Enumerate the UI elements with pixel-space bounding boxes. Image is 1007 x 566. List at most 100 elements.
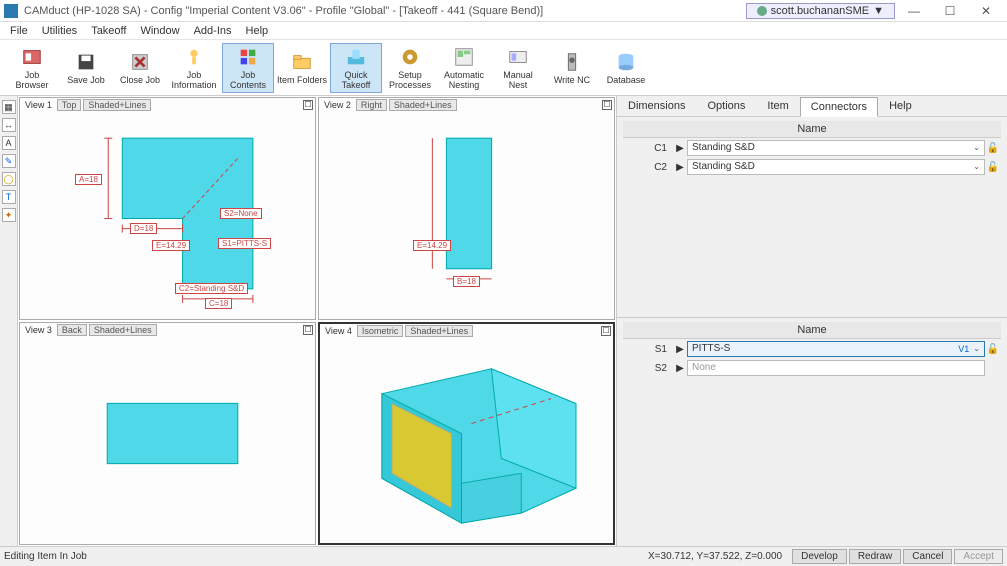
tab-item[interactable]: Item — [756, 96, 799, 116]
expand-icon[interactable]: ▶ — [673, 344, 687, 355]
seam-s1-field[interactable]: PITTS-S V1 ⌄ — [687, 341, 985, 357]
menu-file[interactable]: File — [4, 24, 34, 38]
viewport-1-mode1[interactable]: Top — [57, 99, 82, 111]
seams-header: Name — [623, 322, 1001, 339]
viewport-1[interactable]: View 1 Top Shaded+Lines ☐ A=18 D=18 E=14… — [19, 97, 316, 320]
setup-processes-button[interactable]: Setup Processes — [384, 43, 436, 93]
save-icon — [75, 51, 97, 73]
maximize-button[interactable]: ☐ — [933, 1, 967, 21]
redraw-button[interactable]: Redraw — [849, 549, 901, 564]
close-job-icon — [129, 51, 151, 73]
dim-s2: S2=None — [220, 208, 262, 219]
item-folders-button[interactable]: Item Folders — [276, 43, 328, 93]
manual-nest-button[interactable]: Manual Nest — [492, 43, 544, 93]
info-icon — [183, 46, 205, 68]
tab-options[interactable]: Options — [696, 96, 756, 116]
chevron-down-icon: ⌄ — [973, 160, 980, 174]
connector-c1-field[interactable]: Standing S&D⌄ — [687, 140, 985, 156]
accept-button[interactable]: Accept — [954, 549, 1003, 564]
menu-addins[interactable]: Add-Ins — [188, 24, 238, 38]
connector-c1-label: C1 — [623, 143, 673, 154]
properties-panel: Dimensions Options Item Connectors Help … — [617, 96, 1007, 546]
status-bar: Editing Item In Job X=30.712, Y=37.522, … — [0, 546, 1007, 566]
viewport-3[interactable]: View 3 Back Shaded+Lines ☐ — [19, 322, 316, 545]
viewport-2-label: View 2 — [321, 100, 354, 110]
viewport-4[interactable]: View 4 Isometric Shaded+Lines ☐ — [318, 322, 615, 545]
viewport-1-mode2[interactable]: Shaded+Lines — [83, 99, 151, 111]
folders-icon — [291, 51, 313, 73]
job-browser-button[interactable]: Job Browser — [6, 43, 58, 93]
expand-icon[interactable]: ▶ — [673, 143, 687, 154]
dim-c: C=18 — [205, 298, 232, 309]
viewport-2-mode1[interactable]: Right — [356, 99, 387, 111]
tab-dimensions[interactable]: Dimensions — [617, 96, 696, 116]
tool-tag-icon[interactable]: T — [2, 190, 16, 204]
close-button[interactable]: ✕ — [969, 1, 1003, 21]
manual-nest-icon — [507, 46, 529, 68]
job-information-button[interactable]: Job Information — [168, 43, 220, 93]
viewport-4-maximize[interactable]: ☐ — [601, 326, 611, 336]
auto-nest-icon — [453, 46, 475, 68]
menu-takeoff[interactable]: Takeoff — [85, 24, 132, 38]
menu-window[interactable]: Window — [134, 24, 185, 38]
seam-s2-label: S2 — [623, 363, 673, 374]
dim-b: B=18 — [453, 276, 480, 287]
dim-e2: E=14.29 — [413, 240, 451, 251]
lock-icon[interactable]: 🔓 — [985, 344, 1001, 355]
user-icon — [757, 6, 767, 16]
seams-table: Name S1 ▶ PITTS-S V1 ⌄ 🔓 S2 ▶ None — [617, 317, 1007, 381]
viewport-3-mode2[interactable]: Shaded+Lines — [89, 324, 157, 336]
automatic-nesting-button[interactable]: Automatic Nesting — [438, 43, 490, 93]
expand-icon[interactable]: ▶ — [673, 162, 687, 173]
tool-dimension-icon[interactable]: ↔ — [2, 118, 16, 132]
viewport-3-mode1[interactable]: Back — [57, 324, 87, 336]
viewport-3-label: View 3 — [22, 325, 55, 335]
develop-button[interactable]: Develop — [792, 549, 847, 564]
menu-bar: File Utilities Takeoff Window Add-Ins He… — [0, 22, 1007, 40]
user-badge[interactable]: scott.buchananSME ▼ — [746, 3, 895, 19]
main-toolbar: Job Browser Save Job Close Job Job Infor… — [0, 40, 1007, 96]
seam-s2-field[interactable]: None — [687, 360, 985, 376]
cancel-button[interactable]: Cancel — [903, 549, 952, 564]
database-button[interactable]: Database — [600, 43, 652, 93]
viewport-1-maximize[interactable]: ☐ — [303, 100, 313, 110]
app-icon — [4, 4, 18, 18]
tab-connectors[interactable]: Connectors — [800, 97, 878, 117]
connector-row-c2: C2 ▶ Standing S&D⌄ 🔓 — [623, 158, 1001, 176]
viewport-4-mode1[interactable]: Isometric — [357, 325, 404, 337]
quick-takeoff-button[interactable]: Quick Takeoff — [330, 43, 382, 93]
connector-c2-field[interactable]: Standing S&D⌄ — [687, 159, 985, 175]
tool-palette-icon[interactable]: ✦ — [2, 208, 16, 222]
chevron-down-icon: ⌄ — [973, 342, 980, 356]
tool-document-icon[interactable]: ▦ — [2, 100, 16, 114]
write-nc-button[interactable]: Write NC — [546, 43, 598, 93]
tab-help[interactable]: Help — [878, 96, 923, 116]
viewport-2[interactable]: View 2 Right Shaded+Lines ☐ E=14.29 B=18 — [318, 97, 615, 320]
viewport-4-mode2[interactable]: Shaded+Lines — [405, 325, 473, 337]
viewport-1-label: View 1 — [22, 100, 55, 110]
dim-c2: C2=Standing S&D — [175, 283, 248, 294]
takeoff-icon — [345, 46, 367, 68]
minimize-button[interactable]: — — [897, 1, 931, 21]
lock-icon[interactable]: 🔓 — [985, 143, 1001, 154]
lock-icon[interactable]: 🔓 — [985, 162, 1001, 173]
menu-utilities[interactable]: Utilities — [36, 24, 83, 38]
tool-note-icon[interactable]: ✎ — [2, 154, 16, 168]
viewport-grid: View 1 Top Shaded+Lines ☐ A=18 D=18 E=14… — [18, 96, 617, 546]
tool-circle-icon[interactable]: ◯ — [2, 172, 16, 186]
save-job-button[interactable]: Save Job — [60, 43, 112, 93]
status-text: Editing Item In Job — [4, 551, 648, 562]
tool-text-icon[interactable]: A — [2, 136, 16, 150]
connectors-table: Name C1 ▶ Standing S&D⌄ 🔓 C2 ▶ Standing … — [617, 117, 1007, 180]
properties-tabs: Dimensions Options Item Connectors Help — [617, 96, 1007, 117]
seam-s1-label: S1 — [623, 344, 673, 355]
menu-help[interactable]: Help — [240, 24, 275, 38]
window-title: CAMduct (HP-1028 SA) - Config "Imperial … — [24, 5, 746, 17]
close-job-button[interactable]: Close Job — [114, 43, 166, 93]
viewport-2-maximize[interactable]: ☐ — [602, 100, 612, 110]
expand-icon[interactable]: ▶ — [673, 363, 687, 374]
job-contents-button[interactable]: Job Contents — [222, 43, 274, 93]
viewport-2-mode2[interactable]: Shaded+Lines — [389, 99, 457, 111]
left-tool-strip: ▦ ↔ A ✎ ◯ T ✦ — [0, 96, 18, 546]
viewport-3-maximize[interactable]: ☐ — [303, 325, 313, 335]
